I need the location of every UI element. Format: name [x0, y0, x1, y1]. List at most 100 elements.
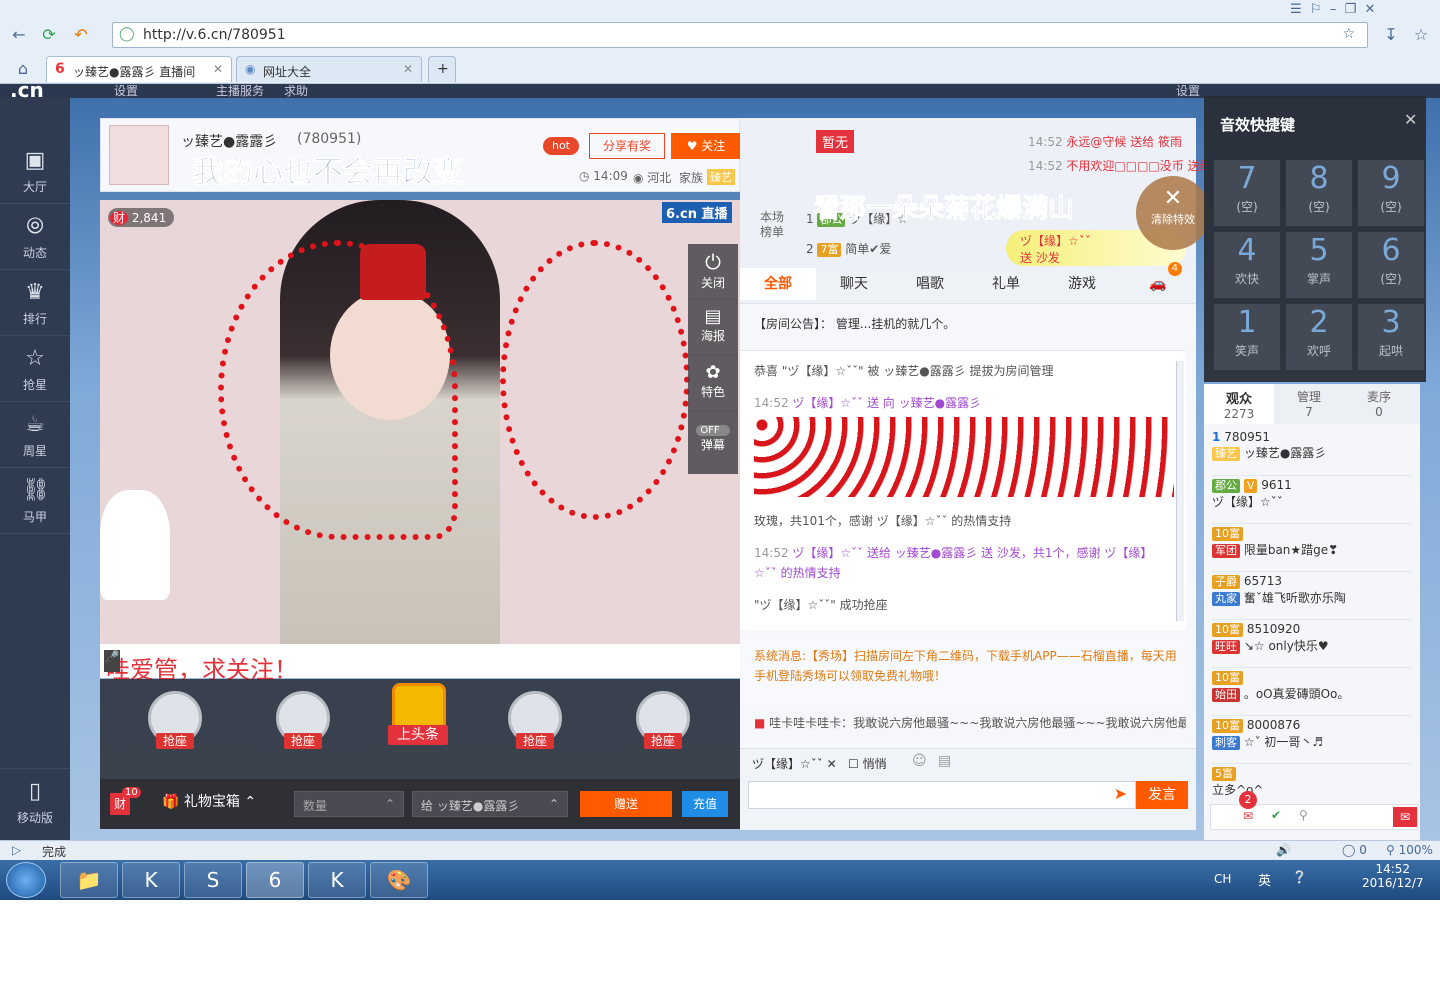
fx-key-6[interactable]: 6 (空) [1358, 232, 1424, 298]
paint-taskbar-icon[interactable]: 🎨 [370, 862, 428, 898]
audience-row[interactable]: 10富 始田 。oO真爱磚頭Oo。 [1212, 670, 1412, 716]
sidebar-item-feed[interactable]: ⦾ 动态 [0, 204, 70, 270]
fx-key-2[interactable]: 2 欢呼 [1286, 304, 1352, 370]
tab-managers[interactable]: 管理 7 [1274, 384, 1344, 424]
fx-key-4[interactable]: 4 欢快 [1214, 232, 1280, 298]
close-tab-icon[interactable]: ✕ [403, 62, 413, 76]
undo-icon[interactable]: ↶ [70, 24, 92, 46]
tab-audience[interactable]: 观众 2273 [1204, 384, 1274, 424]
image-icon[interactable]: ▤ [938, 753, 951, 769]
send-message-button[interactable]: 发言 [1136, 781, 1188, 809]
sidebar-item-hall[interactable]: ▣ 大厅 [0, 138, 70, 204]
window-controls[interactable]: ☰ ⚐ – ❐ ✕ [1290, 2, 1375, 17]
tab-all[interactable]: 全部 [740, 268, 816, 300]
headline-button[interactable]: 上头条 [372, 683, 466, 747]
follow-button[interactable]: ♥ 关注 [671, 133, 741, 159]
seat-4[interactable]: 抢座 [616, 691, 710, 755]
chat-scrollbar[interactable] [1176, 361, 1184, 621]
recipient-select[interactable]: 给 ッ臻艺●露露彡 ⌃ [412, 791, 568, 817]
poster-tool[interactable]: ▤ 海报 [688, 300, 738, 356]
speaker-icon[interactable]: 🔊 [1276, 843, 1291, 857]
sidebar-toggle-icon[interactable]: ▷ [12, 843, 21, 857]
audience-row[interactable]: 郡公 V 9611 ヅ【缘】☆ˇˇ [1212, 478, 1412, 524]
sidebar-item-vest[interactable]: ⛓ 马甲 [0, 468, 70, 534]
tab-mic-queue[interactable]: 麦序 0 [1344, 384, 1414, 424]
address-bar[interactable]: ◯ http://v.6.cn/780951 ☆ [112, 22, 1368, 48]
close-video-tool[interactable]: ⏻ 关闭 [688, 244, 738, 300]
recharge-link[interactable]: 设置 [1176, 84, 1200, 99]
refresh-icon[interactable]: ⟳ [38, 24, 60, 46]
audience-row[interactable]: 1 780951 臻艺 ッ臻艺●露露彡 [1212, 430, 1412, 476]
mail-icon[interactable]: ✉ [1243, 809, 1253, 823]
car-tab[interactable]: 🚗 4 [1120, 262, 1196, 300]
tab-live-room[interactable]: 6 ッ臻艺●露露彡 直播间 ✕ [46, 56, 232, 82]
settings-link[interactable]: 设置 [114, 84, 138, 99]
clock[interactable]: 14:52 2016/12/7 [1362, 862, 1424, 890]
zoom-icon[interactable]: ⚲ [1299, 808, 1308, 822]
check-icon[interactable]: ✔ [1271, 808, 1281, 822]
kuwo-taskbar-icon[interactable]: K [122, 862, 180, 898]
clear-effects-button[interactable]: ✕ 清除特效 [1136, 176, 1210, 250]
close-tab-icon[interactable]: ✕ [213, 62, 223, 76]
chat-input[interactable]: ➤ [748, 781, 1136, 809]
ranking-row-2[interactable]: 2 7富 简单✔爱 [806, 240, 891, 257]
seat-3[interactable]: 抢座 [488, 691, 582, 755]
chevron-up-icon[interactable]: ⌃ [549, 797, 559, 811]
shield-icon[interactable]: ◯ 0 [1342, 843, 1367, 857]
audience-row[interactable]: 10富 8510920 旺旺 ↘☆ only快乐♥ [1212, 622, 1412, 668]
gift-box-button[interactable]: 🎁 礼物宝箱 ⌃ [162, 791, 256, 811]
ime-mode[interactable]: 英 [1258, 870, 1271, 889]
fx-key-3[interactable]: 3 起哄 [1358, 304, 1424, 370]
audience-row[interactable]: 10富 8000876 刺客 ☆ˇ 初一哥丶♬ [1212, 718, 1412, 764]
anchor-avatar[interactable] [109, 125, 169, 185]
toggle-icon[interactable]: OFF [696, 425, 730, 436]
sidebar-item-mobile[interactable]: ▯ 移动版 [0, 768, 70, 834]
tab-gift-list[interactable]: 礼单 [968, 268, 1044, 300]
anchor-service-link[interactable]: 主播服务 [216, 84, 264, 99]
recharge-button[interactable]: 充值 [682, 791, 728, 817]
sogou-taskbar-icon[interactable]: S [184, 862, 242, 898]
sidebar-item-ranking[interactable]: ♛ 排行 [0, 270, 70, 336]
help-link[interactable]: 求助 [284, 84, 308, 99]
fx-key-9[interactable]: 9 (空) [1358, 160, 1424, 226]
tab-site-nav[interactable]: ◉ 网址大全 ✕ [236, 56, 422, 82]
url-text[interactable]: http://v.6.cn/780951 [143, 27, 286, 43]
reply-target[interactable]: ヅ【缘】☆ˇˇ ✕ [752, 755, 837, 772]
family-tag[interactable]: 臻艺 [707, 169, 735, 185]
tab-chat[interactable]: 聊天 [816, 268, 892, 300]
chat-message-list[interactable]: 恭喜 "ヅ【缘】☆ˇˇ" 被 ッ臻艺●露露彡 提拔为房间管理 14:52 ヅ【缘… [740, 350, 1186, 630]
send-arrow-icon[interactable]: ➤ [1114, 784, 1127, 803]
download-icon[interactable]: ↧ [1380, 24, 1402, 46]
home-icon[interactable]: ⌂ [12, 58, 34, 80]
new-tab-button[interactable]: + [428, 56, 456, 82]
fx-key-1[interactable]: 1 笑声 [1214, 304, 1280, 370]
quantity-input[interactable]: 数量 ⌃ [294, 791, 404, 817]
share-button[interactable]: 分享有奖 [589, 133, 665, 159]
emoji-icon[interactable]: ☺ [912, 753, 927, 769]
bookmark-star-icon[interactable]: ☆ [1410, 24, 1432, 46]
video-player[interactable]: 财 2,841 6.cn 直播 ⏻ 关闭 ▤ 海报 ✿ 特色 OFF 弹幕 [100, 200, 740, 644]
seat-1[interactable]: 抢座 [128, 691, 222, 755]
fx-key-5[interactable]: 5 掌声 [1286, 232, 1352, 298]
fx-key-8[interactable]: 8 (空) [1286, 160, 1352, 226]
private-checkbox[interactable]: ☐ 悄悄 [848, 755, 887, 772]
send-gift-button[interactable]: 赠送 [580, 791, 672, 817]
explorer-taskbar-icon[interactable]: 📁 [60, 862, 118, 898]
close-icon[interactable]: ✕ [1404, 110, 1417, 129]
seat-2[interactable]: 抢座 [256, 691, 350, 755]
help-icon[interactable]: ❔ [1292, 870, 1307, 884]
danmaku-tool[interactable]: OFF 弹幕 [688, 412, 738, 468]
tab-sing[interactable]: 唱歌 [892, 268, 968, 300]
start-button[interactable] [6, 862, 46, 898]
mic-icon[interactable]: 🎤 [104, 650, 120, 672]
sidebar-item-star[interactable]: ☆ 抢星 [0, 336, 70, 402]
zoom-level[interactable]: ⚲ 100% [1386, 843, 1433, 857]
sidebar-item-weekly[interactable]: ☕ 周星 [0, 402, 70, 468]
six-cn-taskbar-icon[interactable]: 6 [246, 862, 304, 898]
audience-row[interactable]: 子爵 65713 丸家 奮ˇ雄飞听歌亦乐陶 [1212, 574, 1412, 620]
chevron-up-icon[interactable]: ⌃ [385, 797, 395, 811]
chat-bubble-icon[interactable]: ✉ [1393, 807, 1417, 827]
favorite-star-icon[interactable]: ☆ [1342, 26, 1355, 42]
tab-game[interactable]: 游戏 [1044, 268, 1120, 300]
kugou-taskbar-icon[interactable]: K [308, 862, 366, 898]
